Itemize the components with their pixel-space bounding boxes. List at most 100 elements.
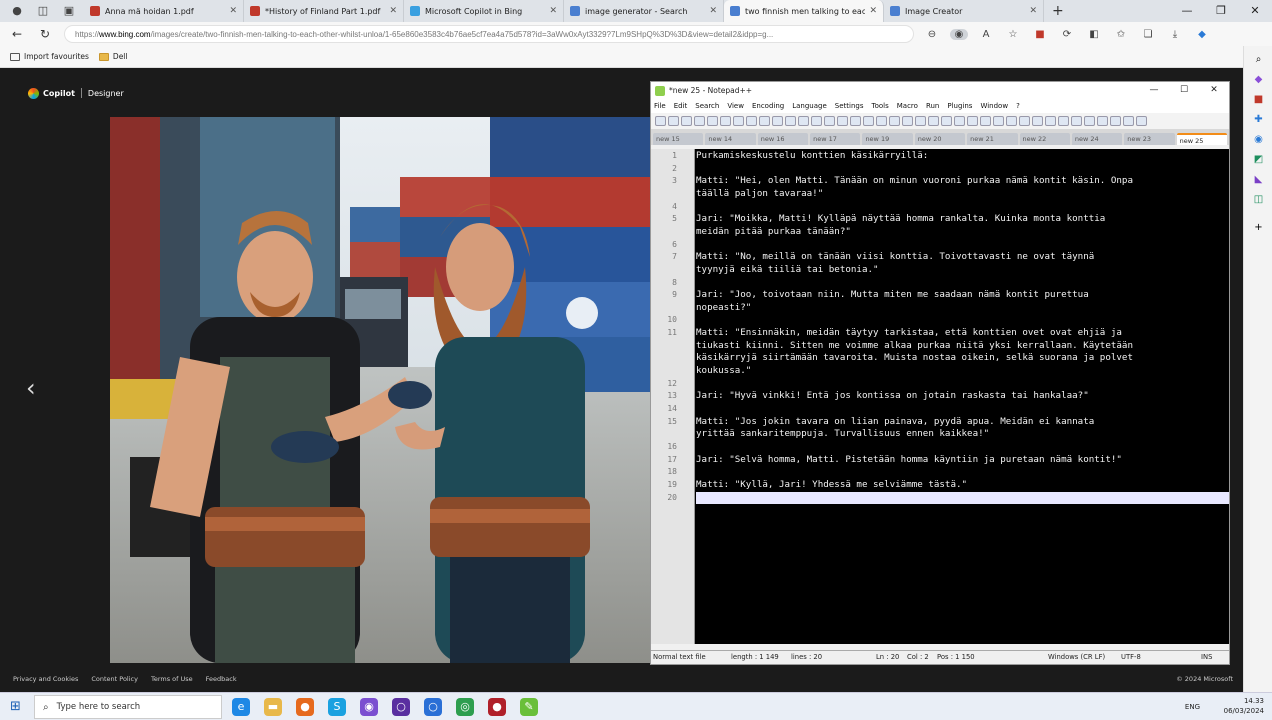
windows-start-icon[interactable]: ⊞ <box>10 700 21 714</box>
toolbar-button[interactable] <box>733 116 744 126</box>
back-icon[interactable]: ← <box>6 27 28 41</box>
tab-actions-icon[interactable]: ▣ <box>60 4 78 18</box>
doc-tab[interactable]: new 14 <box>705 133 756 145</box>
toolbar-button[interactable] <box>1084 116 1095 126</box>
copilot-designer-brand[interactable]: Copilot Designer <box>28 86 124 100</box>
npp-maximize-button[interactable]: ☐ <box>1169 82 1199 99</box>
refresh-ext-icon[interactable]: ⟳ <box>1058 29 1076 40</box>
url-field[interactable]: https://www.bing.com/images/create/two-f… <box>64 25 914 43</box>
profile-icon[interactable]: ● <box>8 4 26 18</box>
app-icon-1[interactable]: ◉ <box>360 698 378 716</box>
toolbar-button[interactable] <box>915 116 926 126</box>
collections-icon[interactable]: ❏ <box>1139 29 1157 40</box>
npp-minimize-button[interactable]: — <box>1139 82 1169 99</box>
toolbar-button[interactable] <box>967 116 978 126</box>
close-button[interactable]: ✕ <box>1238 0 1272 22</box>
favorite-import[interactable]: Import favourites <box>10 52 89 61</box>
toolbar-button[interactable] <box>720 116 731 126</box>
toolbar-button[interactable] <box>1123 116 1134 126</box>
drop-icon[interactable]: ◣ <box>1244 170 1272 190</box>
browser-tab[interactable]: image generator - Search ✕ <box>564 0 724 22</box>
close-tab-icon[interactable]: ✕ <box>869 6 877 16</box>
copilot-icon[interactable]: ◆ <box>1193 29 1211 40</box>
toolbar-button[interactable] <box>928 116 939 126</box>
toolbar-button[interactable] <box>772 116 783 126</box>
copilot-sidebar-icon[interactable]: ◆ <box>1244 70 1272 90</box>
browser-tab[interactable]: Anna mä hoidan 1.pdf ✕ <box>84 0 244 22</box>
toolbar-button[interactable] <box>876 116 887 126</box>
zoom-icon[interactable]: ⊖ <box>923 29 941 40</box>
favorite-dell[interactable]: Dell <box>98 52 127 61</box>
footer-link-content-policy[interactable]: Content Policy <box>91 675 138 683</box>
file-explorer-icon[interactable]: ▬ <box>264 698 282 716</box>
toolbar-button[interactable] <box>980 116 991 126</box>
read-aloud-icon[interactable]: A <box>977 29 995 40</box>
outlook-icon[interactable]: ◫ <box>1244 190 1272 210</box>
toolbar-button[interactable] <box>1058 116 1069 126</box>
close-tab-icon[interactable]: ✕ <box>229 6 237 16</box>
tray-language[interactable]: ENG <box>1185 702 1200 712</box>
toolbar-button[interactable] <box>1045 116 1056 126</box>
toolbar-button[interactable] <box>668 116 679 126</box>
add-icon[interactable]: + <box>1244 218 1272 238</box>
doc-tab[interactable]: new 25 <box>1176 133 1227 145</box>
toolbar-button[interactable] <box>785 116 796 126</box>
menu-item[interactable]: Encoding <box>752 102 784 110</box>
doc-tab[interactable]: new 24 <box>1071 133 1123 145</box>
menu-item[interactable]: Language <box>792 102 827 110</box>
extension-icon[interactable]: ■ <box>1031 29 1049 40</box>
browser-tab[interactable]: *History of Finland Part 1.pdf ✕ <box>244 0 404 22</box>
games-icon[interactable]: ◉ <box>1244 130 1272 150</box>
edge-taskbar-icon[interactable]: e <box>232 698 250 716</box>
menu-item[interactable]: Macro <box>897 102 918 110</box>
toolbar-button[interactable] <box>850 116 861 126</box>
tracking-icon[interactable]: ◉ <box>950 28 968 40</box>
browser-tab[interactable]: two finnish men talking to each ✕ <box>724 0 884 22</box>
app-icon-3[interactable]: ○ <box>424 698 442 716</box>
search-icon[interactable]: ⌕ <box>1244 50 1272 70</box>
toolbar-button[interactable] <box>1097 116 1108 126</box>
refresh-icon[interactable]: ↻ <box>34 27 56 41</box>
shopping-icon[interactable]: ■ <box>1244 90 1272 110</box>
app-icon-4[interactable]: ● <box>488 698 506 716</box>
menu-item[interactable]: View <box>727 102 744 110</box>
menu-item[interactable]: Window <box>980 102 1008 110</box>
doc-tab[interactable]: new 20 <box>914 133 966 145</box>
footer-link-privacy[interactable]: Privacy and Cookies <box>13 675 78 683</box>
toolbar-button[interactable] <box>993 116 1004 126</box>
menu-item[interactable]: Settings <box>835 102 864 110</box>
browser-tab[interactable]: Microsoft Copilot in Bing ✕ <box>404 0 564 22</box>
new-tab-button[interactable]: + <box>1052 3 1064 19</box>
toolbar-button[interactable] <box>902 116 913 126</box>
split-screen-icon[interactable]: ◧ <box>1085 29 1103 40</box>
toolbar-button[interactable] <box>746 116 757 126</box>
doc-tab[interactable]: new 15 <box>653 133 704 145</box>
toolbar-button[interactable] <box>1019 116 1030 126</box>
doc-tab[interactable]: new 17 <box>810 133 861 145</box>
generated-image[interactable] <box>110 117 650 663</box>
menu-item[interactable]: Tools <box>872 102 889 110</box>
toolbar-button[interactable] <box>889 116 900 126</box>
toolbar-button[interactable] <box>655 116 666 126</box>
taskbar-search-box[interactable]: ⌕ Type here to search <box>34 695 222 719</box>
previous-image-button[interactable]: ‹ <box>26 372 46 404</box>
npp-close-button[interactable]: ✕ <box>1199 82 1229 99</box>
toolbar-button[interactable] <box>798 116 809 126</box>
doc-tab[interactable]: new 23 <box>1124 133 1175 145</box>
app-icon-2[interactable]: ○ <box>392 698 410 716</box>
menu-item[interactable]: Plugins <box>947 102 972 110</box>
toolbar-button[interactable] <box>694 116 705 126</box>
doc-tab[interactable]: new 16 <box>757 133 809 145</box>
doc-tab[interactable]: new 22 <box>1019 133 1070 145</box>
toolbar-button[interactable] <box>1110 116 1121 126</box>
maximize-button[interactable]: ❐ <box>1204 0 1238 22</box>
toolbar-button[interactable] <box>1006 116 1017 126</box>
menu-item[interactable]: Run <box>926 102 939 110</box>
toolbar-button[interactable] <box>707 116 718 126</box>
footer-link-terms[interactable]: Terms of Use <box>151 675 193 683</box>
chrome-icon[interactable]: ◎ <box>456 698 474 716</box>
notepadpp-taskbar-icon[interactable]: ✎ <box>520 698 538 716</box>
tools-icon[interactable]: ✚ <box>1244 110 1272 130</box>
doc-tab[interactable]: new 19 <box>862 133 913 145</box>
office-icon[interactable]: ◩ <box>1244 150 1272 170</box>
